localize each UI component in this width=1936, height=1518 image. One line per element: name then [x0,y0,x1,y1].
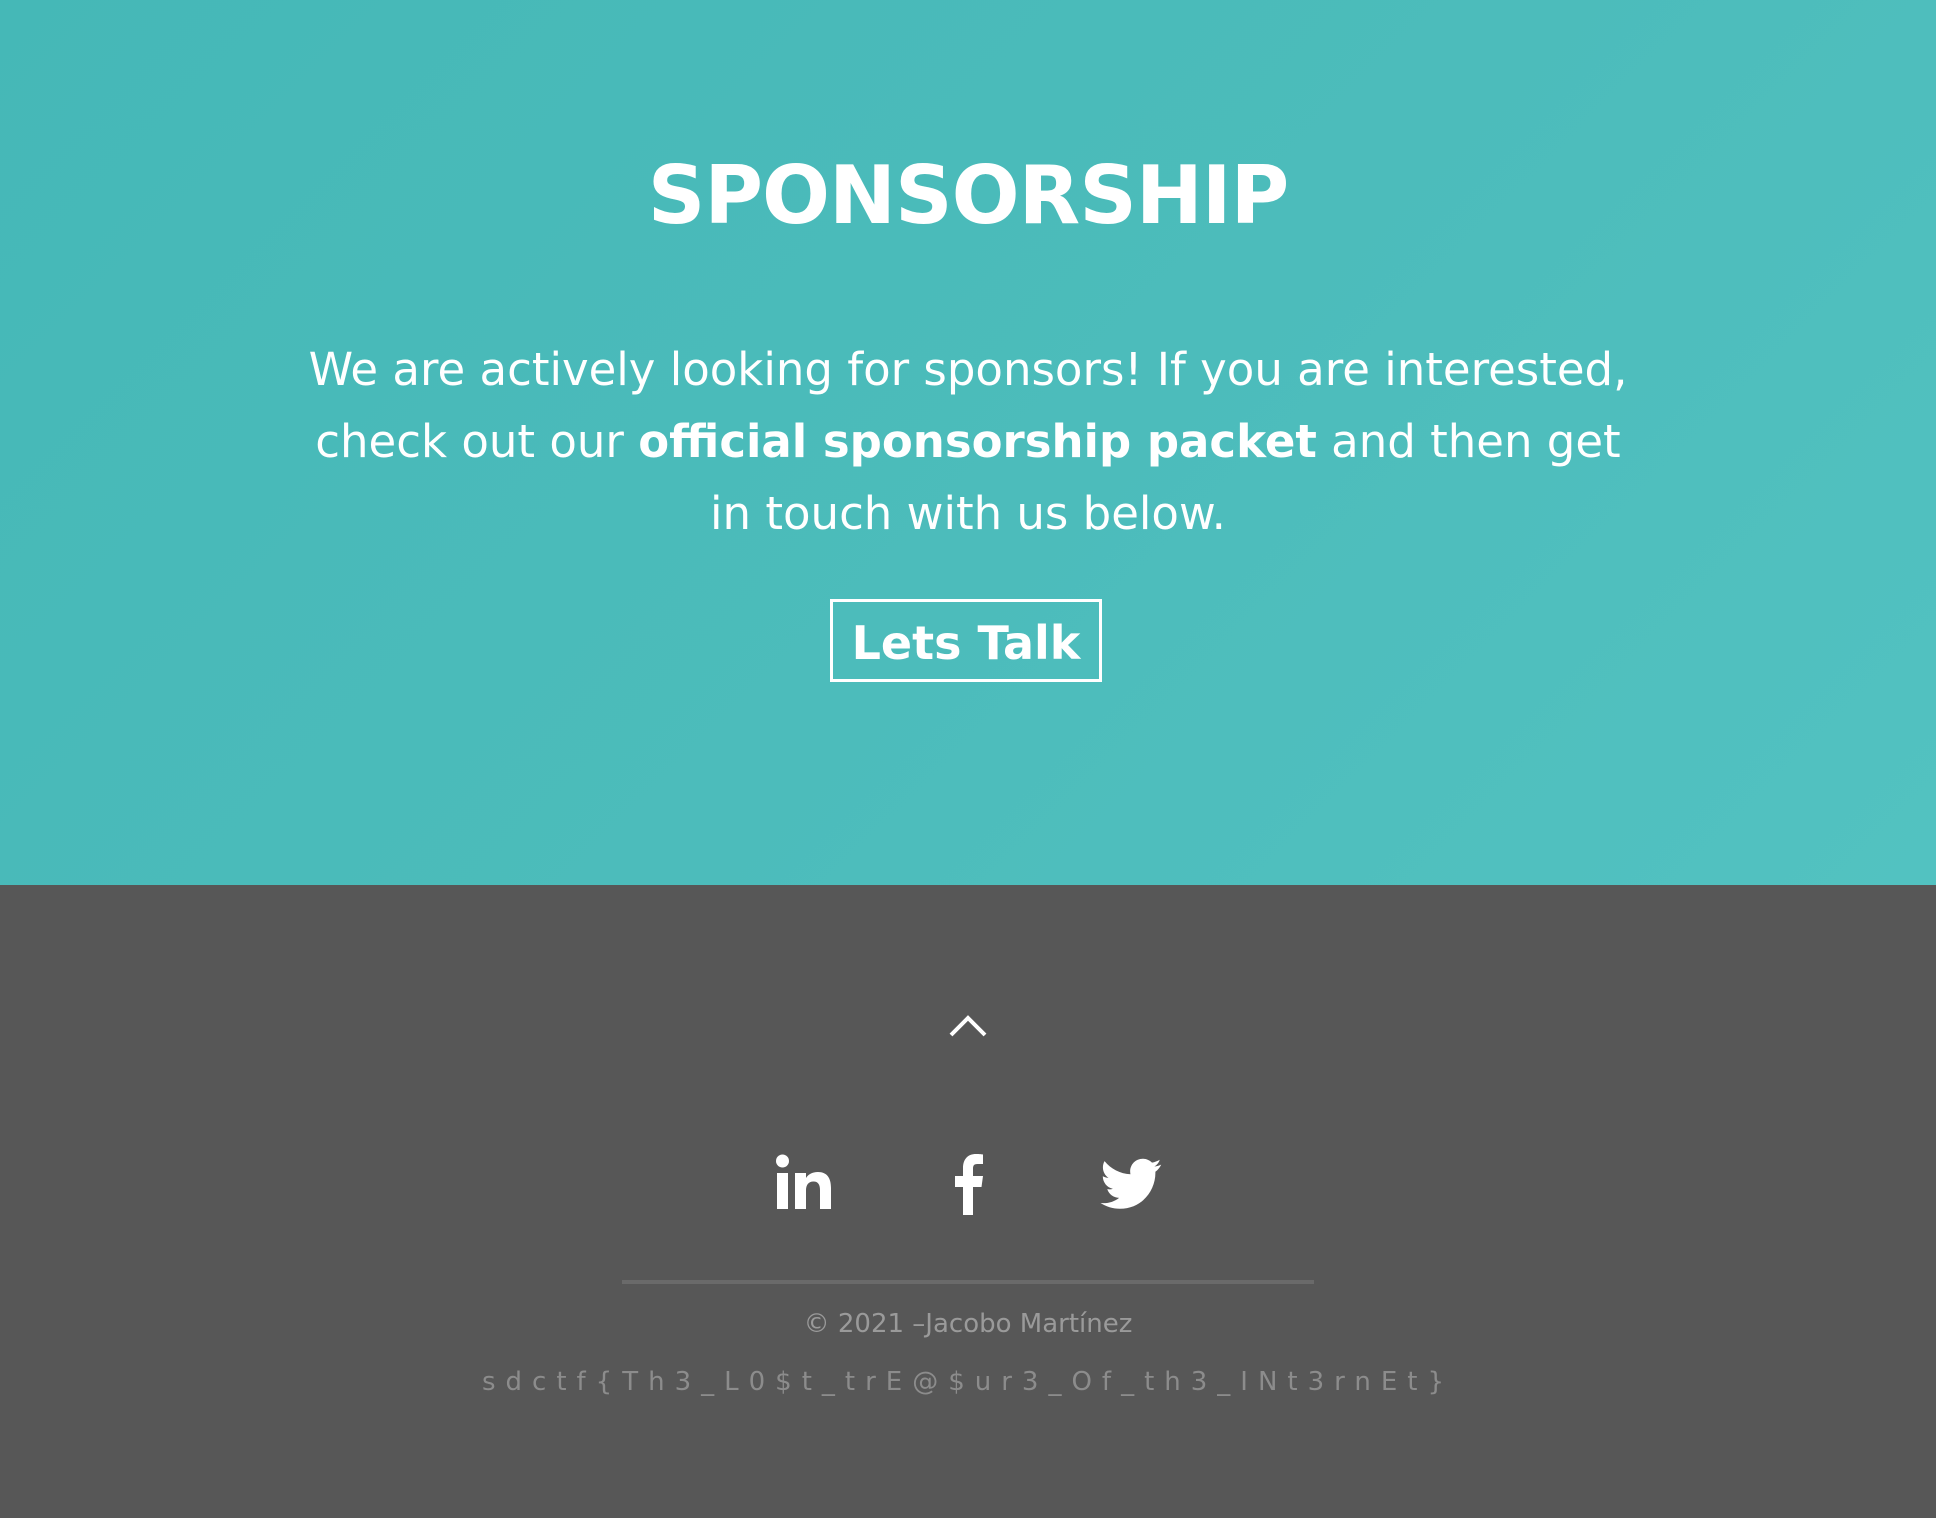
footer-divider [622,1280,1314,1284]
sponsorship-packet-link[interactable]: official sponsorship packet [638,415,1317,468]
footer: © 2021 –Jacobo Martínez sdctf{Th3_L0$t_t… [0,885,1936,1518]
section-title: SPONSORSHIP [647,149,1289,242]
copyright-text: © 2021 –Jacobo Martínez [803,1309,1133,1339]
sponsorship-description: We are actively looking for sponsors! If… [300,334,1636,550]
lets-talk-button[interactable]: Lets Talk [830,599,1102,682]
sponsorship-section: SPONSORSHIP We are actively looking for … [0,0,1936,885]
chevron-up-icon[interactable] [948,1014,988,1038]
twitter-icon[interactable] [1100,1151,1164,1215]
linkedin-icon[interactable] [772,1151,836,1215]
facebook-icon[interactable] [936,1151,1000,1215]
flag-text: sdctf{Th3_L0$t_trE@$ur3_Of_th3_INt3rnEt} [481,1367,1455,1397]
